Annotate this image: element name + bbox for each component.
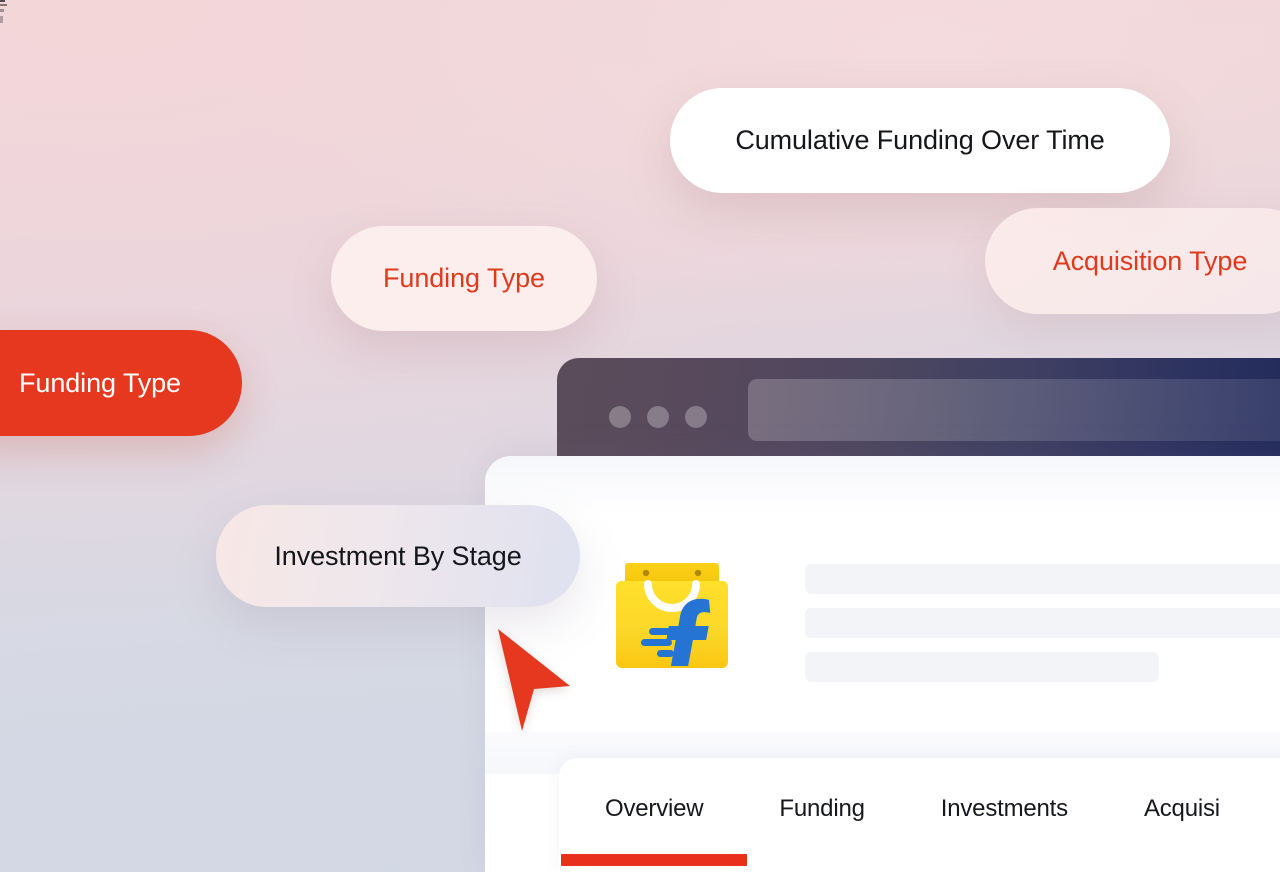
tab-list: Overview Funding Investments Acquisi: [559, 758, 1258, 872]
tab-investments-label: Investments: [940, 795, 1068, 822]
pill-funding-type-light-label: Funding Type: [383, 263, 545, 293]
tab-overview-label: Overview: [605, 795, 704, 822]
tab-overview[interactable]: Overview: [561, 794, 748, 866]
tab-funding-label: Funding: [779, 795, 865, 822]
tab-acquisitions-label: Acquisi: [1143, 795, 1220, 822]
panel-top-tint: [485, 456, 1280, 516]
address-bar-input[interactable]: [748, 379, 1280, 441]
pill-cumulative-funding-over-time-label: Cumulative Funding Over Time: [735, 125, 1105, 155]
pill-funding-type-solid-label: Funding Type: [19, 367, 181, 398]
pill-cumulative-funding-over-time[interactable]: Cumulative Funding Over Time: [670, 88, 1170, 193]
tab-investments[interactable]: Investments: [903, 794, 1106, 824]
pill-investment-by-stage-label: Investment By Stage: [274, 540, 522, 571]
pill-funding-type-light[interactable]: Funding Type: [331, 226, 597, 331]
screenshot-root: Funding Type Funding Type Cumulative Fun…: [0, 0, 1280, 872]
active-tab-indicator: [561, 854, 748, 866]
tab-funding[interactable]: Funding: [741, 794, 902, 824]
flipkart-logo-icon: [613, 556, 731, 674]
pill-acquisition-type-label: Acquisition Type: [1052, 245, 1248, 276]
tab-bar-card: Overview Funding Investments Acquisi: [559, 758, 1280, 872]
page-content-panel: Overview Funding Investments Acquisi: [485, 456, 1280, 872]
skeleton-row: [805, 564, 1280, 594]
skeleton-row: [805, 608, 1280, 638]
skeleton-row: [805, 652, 1159, 682]
arrow-pointer-cursor-icon: [498, 629, 570, 731]
pill-investment-by-stage[interactable]: Investment By Stage: [216, 505, 580, 607]
close-dot-icon[interactable]: [609, 406, 631, 428]
company-header-row: [613, 556, 1280, 682]
traffic-light-group: [609, 406, 707, 428]
company-detail-skeletons: [805, 556, 1280, 682]
maximize-dot-icon[interactable]: [685, 406, 707, 428]
pill-funding-type-solid[interactable]: Funding Type: [0, 330, 242, 436]
pill-acquisition-type[interactable]: Acquisition Type: [985, 208, 1280, 314]
tab-acquisitions[interactable]: Acquisi: [1106, 794, 1258, 824]
minimize-dot-icon[interactable]: [647, 406, 669, 428]
